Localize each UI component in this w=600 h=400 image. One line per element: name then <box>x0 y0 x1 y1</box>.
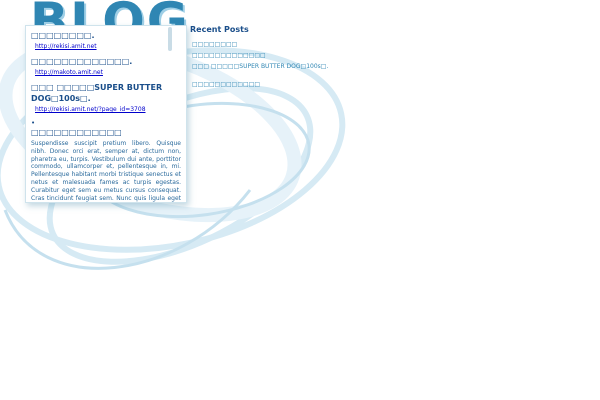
recent-posts-list: □□□□□□□□ □□□□□□□□□□□□□ □□□ □□□□□SUPER BU… <box>190 40 340 89</box>
scrollbar-thumb[interactable] <box>168 27 172 51</box>
post-title[interactable]: □□□□□□□□. <box>31 30 181 41</box>
recent-posts-heading: Recent Posts <box>190 25 249 34</box>
post-title[interactable]: □□□ □□□□□SUPER BUTTER DOG□100s□. <box>31 82 181 104</box>
recent-post-link[interactable]: □□□ □□□□□SUPER BUTTER DOG□100s□. <box>192 62 340 71</box>
recent-post-link[interactable]: □□□□□□□□□□□□□ <box>192 51 340 60</box>
recent-post-link[interactable]: □□□□□□□□□□□□ <box>192 80 340 89</box>
post-title[interactable]: □□□□□□□□□□□□□. <box>31 56 181 67</box>
recent-post-link[interactable]: □□□□□□□□ <box>192 40 340 49</box>
post-link[interactable]: http://rekisi.amit.net <box>35 43 181 51</box>
post-link[interactable]: http://makoto.amit.net <box>35 69 181 77</box>
main-content-panel: □□□□□□□□. http://rekisi.amit.net □□□□□□□… <box>25 25 187 203</box>
bullet-marker: • <box>31 119 36 127</box>
article-title[interactable]: □□□□□□□□□□□□ <box>31 127 181 138</box>
recent-posts-sidebar: Recent Posts □□□□□□□□ □□□□□□□□□□□□□ □□□ … <box>190 25 340 91</box>
article-body: Suspendisse suscipit pretium libero. Qui… <box>31 140 181 202</box>
post-link[interactable]: http://rekisi.amit.net/?page_id=3708 <box>35 106 181 114</box>
